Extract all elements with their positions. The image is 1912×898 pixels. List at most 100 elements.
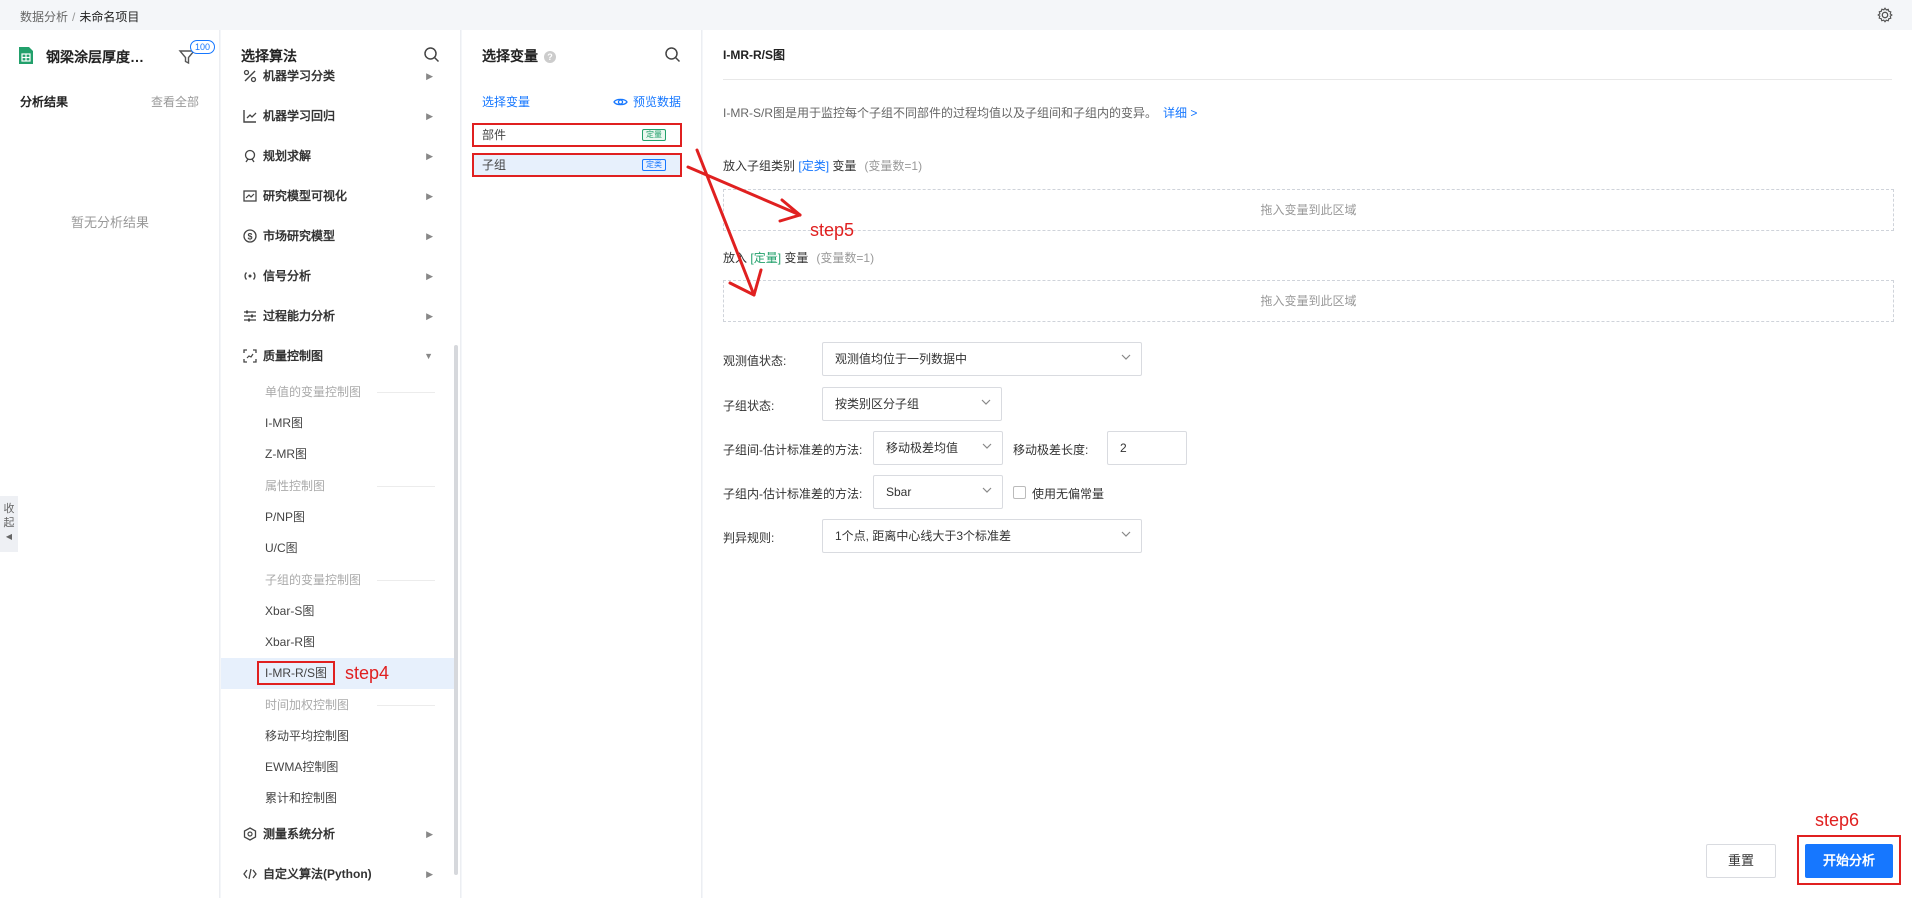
rule-select[interactable]: 1个点, 距离中心线大于3个标准差 xyxy=(822,519,1142,553)
breadcrumb-root[interactable]: 数据分析 xyxy=(20,10,68,24)
caret-down-icon: ▼ xyxy=(424,351,433,361)
between-method-select[interactable]: 移动极差均值 xyxy=(873,431,1003,465)
algo-item-imr[interactable]: I-MR图 xyxy=(221,408,455,439)
chevron-down-icon xyxy=(1121,531,1131,537)
obs-state-label: 观测值状态: xyxy=(723,354,787,368)
variable-name: 子组 xyxy=(482,158,507,172)
category-label: 自定义算法(Python) xyxy=(263,867,372,881)
slot-count: (变量数=1) xyxy=(864,159,923,173)
group-label: 时间加权控制图 xyxy=(265,698,350,712)
eye-icon xyxy=(613,98,628,106)
categorical-tag: 定类 xyxy=(642,159,666,171)
config-title: I-MR-R/S图 xyxy=(723,48,785,62)
step5-annotation: step5 xyxy=(810,220,855,240)
top-bar: 数据分析 / 未命名项目 xyxy=(0,0,1912,30)
collapse-toggle[interactable]: 收 起 ◀ xyxy=(0,496,18,552)
variable-item-part[interactable]: 部件 定量 xyxy=(472,123,682,147)
subgroup-state-select[interactable]: 按类别区分子组 xyxy=(822,387,1002,421)
breadcrumb-separator: / xyxy=(72,10,76,24)
category-measurement-system[interactable]: 测量系统分析 ▶ xyxy=(221,814,455,854)
category-label: 测量系统分析 xyxy=(263,827,336,841)
details-link[interactable]: 详细 > xyxy=(1163,106,1197,120)
signal-icon xyxy=(244,272,256,280)
unbiased-checkbox[interactable] xyxy=(1013,486,1026,499)
scrollbar[interactable] xyxy=(454,345,458,875)
results-panel: 钢梁涂层厚度… 100 分析结果 查看全部 暂无分析结果 收 起 ◀ xyxy=(0,30,220,898)
select-value: 1个点, 距离中心线大于3个标准差 xyxy=(835,529,1012,543)
divider xyxy=(377,486,435,487)
results-title: 分析结果 xyxy=(20,95,69,109)
algo-item-ewma[interactable]: EWMA控制图 xyxy=(221,752,455,783)
caret-right-icon: ▶ xyxy=(426,151,433,161)
select-variable-tab[interactable]: 选择变量 xyxy=(482,93,530,110)
group-label: 单值的变量控制图 xyxy=(265,385,362,399)
trend-icon xyxy=(243,190,257,202)
category-ml-regression[interactable]: 机器学习回归 ▶ xyxy=(221,96,455,136)
group-label: 属性控制图 xyxy=(265,479,326,493)
within-method-select[interactable]: Sbar xyxy=(873,475,1003,509)
chevron-down-icon xyxy=(982,443,992,449)
category-market-research[interactable]: $ 市场研究模型 ▶ xyxy=(221,216,455,256)
chevron-down-icon xyxy=(982,487,992,493)
algo-item-cusum[interactable]: 累计和控制图 xyxy=(221,783,455,814)
help-icon[interactable]: ? xyxy=(544,51,556,63)
subgroup-state-label: 子组状态: xyxy=(723,399,775,413)
category-signal-analysis[interactable]: 信号分析 ▶ xyxy=(221,256,455,296)
mr-length-input[interactable]: 2 xyxy=(1107,431,1187,465)
category-process-capability[interactable]: 过程能力分析 ▶ xyxy=(221,296,455,336)
solve-icon xyxy=(244,149,256,163)
algo-item-pnp[interactable]: P/NP图 xyxy=(221,502,455,533)
slot-type: [定量] xyxy=(750,251,782,265)
algo-item-xbar-r[interactable]: Xbar-R图 xyxy=(221,627,455,658)
caret-right-icon: ▶ xyxy=(426,311,433,321)
svg-text:$: $ xyxy=(247,232,252,242)
category-custom-python[interactable]: 自定义算法(Python) ▶ xyxy=(221,854,455,894)
caret-right-icon: ▶ xyxy=(426,111,433,121)
divider xyxy=(377,580,435,581)
preview-data-button[interactable]: 预览数据 xyxy=(613,93,681,110)
chevron-down-icon xyxy=(981,399,991,405)
view-all-link[interactable]: 查看全部 xyxy=(151,93,199,110)
obs-state-select[interactable]: 观测值均位于一列数据中 xyxy=(822,342,1142,376)
step6-annotation: step6 xyxy=(1815,810,1860,830)
algo-item-moving-average[interactable]: 移动平均控制图 xyxy=(221,721,455,752)
category-quality-control-chart[interactable]: 质量控制图 ▼ xyxy=(221,336,455,376)
mr-length-label: 移动极差长度: xyxy=(1013,443,1089,457)
gear-icon[interactable] xyxy=(1876,6,1894,24)
category-label: 过程能力分析 xyxy=(263,309,336,323)
algo-item-xbar-s[interactable]: Xbar-S图 xyxy=(221,596,455,627)
slot-subgroup-label: 放入子组类别 [定类] 变量 (变量数=1) xyxy=(723,157,922,174)
measure-icon xyxy=(243,827,257,841)
file-header: 钢梁涂层厚度… 100 xyxy=(18,40,216,68)
scan-icon xyxy=(243,349,257,363)
file-name[interactable]: 钢梁涂层厚度… xyxy=(46,47,144,67)
start-analysis-button[interactable]: 开始分析 xyxy=(1805,844,1893,878)
caret-right-icon: ▶ xyxy=(426,271,433,281)
caret-right-icon: ▶ xyxy=(426,191,433,201)
chart-icon xyxy=(243,110,257,123)
algo-item-uc[interactable]: U/C图 xyxy=(221,533,455,564)
caret-left-icon: ◀ xyxy=(5,532,13,541)
description-text: I-MR-S/R图是用于监控每个子组不同部件的过程均值以及子组间和子组内的变异。 xyxy=(723,106,1157,120)
slot-pre: 放入 xyxy=(723,251,748,265)
category-model-visualization[interactable]: 研究模型可视化 ▶ xyxy=(221,176,455,216)
spreadsheet-icon xyxy=(19,47,33,64)
variable-item-subgroup[interactable]: 子组 定类 xyxy=(472,153,682,177)
divider xyxy=(723,79,1892,80)
group-single-value: 单值的变量控制图 xyxy=(221,376,455,408)
reset-button[interactable]: 重置 xyxy=(1706,844,1776,878)
caret-right-icon: ▶ xyxy=(426,71,433,81)
code-icon xyxy=(243,868,257,880)
preview-label: 预览数据 xyxy=(632,95,681,109)
category-label: 机器学习分类 xyxy=(263,69,336,83)
search-icon[interactable] xyxy=(664,46,681,63)
slot-type: [定类] xyxy=(798,159,830,173)
select-value: 按类别区分子组 xyxy=(835,397,920,411)
quant-dropzone[interactable]: 拖入变量到此区域 xyxy=(723,280,1894,322)
algo-item-imr-rs[interactable]: I-MR-R/S图 step4 xyxy=(221,658,455,689)
algorithm-list: 机器学习分类 ▶ 机器学习回归 ▶ 规划求解 ▶ 研究模型可视化 ▶ $ 市场研… xyxy=(221,56,455,894)
subgroup-dropzone[interactable]: 拖入变量到此区域 xyxy=(723,189,1894,231)
category-ml-classification[interactable]: 机器学习分类 ▶ xyxy=(221,56,455,96)
algo-item-zmr[interactable]: Z-MR图 xyxy=(221,439,455,470)
category-planning[interactable]: 规划求解 ▶ xyxy=(221,136,455,176)
